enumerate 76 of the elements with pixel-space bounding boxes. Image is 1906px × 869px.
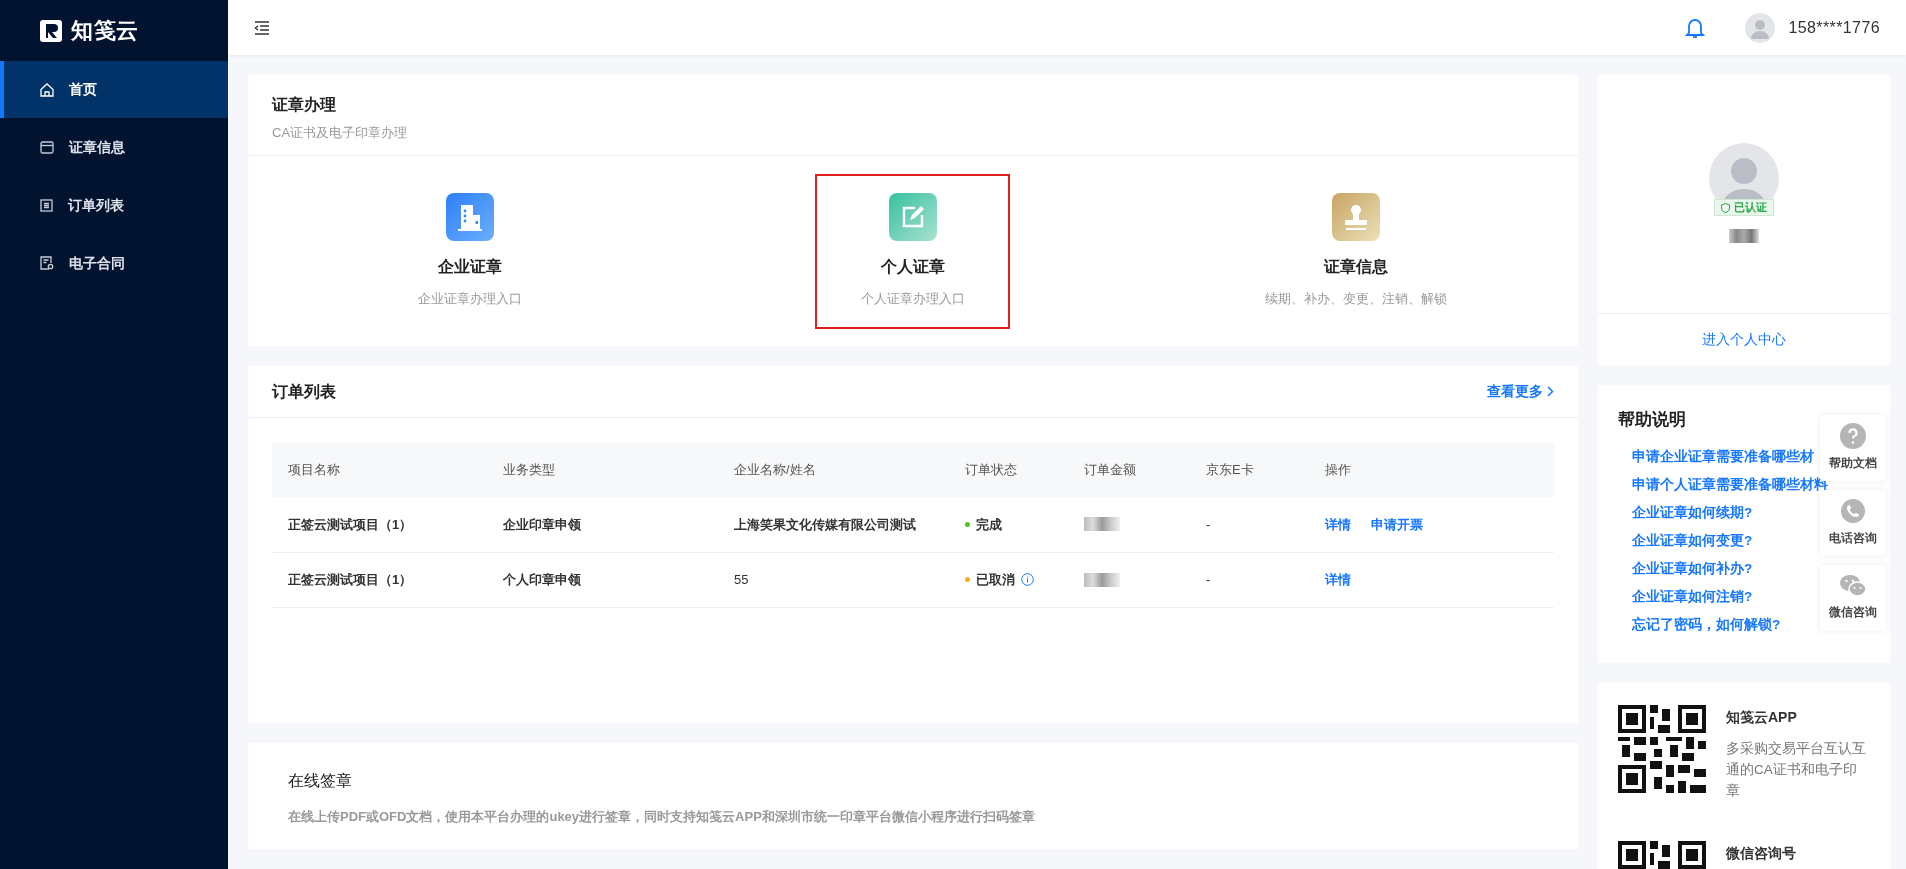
table-cell: 企业印章申领 — [503, 497, 734, 552]
entry-description: 个人证章办理入口 — [861, 290, 965, 309]
view-more-link[interactable]: 查看更多 — [1487, 381, 1554, 402]
status-text: 完成 — [976, 515, 1002, 534]
action-link[interactable]: 申请开票 — [1371, 514, 1423, 534]
entry-title: 企业证章 — [437, 257, 502, 278]
home-icon — [40, 82, 54, 97]
notification-bell-icon[interactable] — [1685, 16, 1706, 39]
column-header: 业务类型 — [503, 443, 734, 497]
sidebar-item[interactable]: 证章信息 — [0, 118, 228, 176]
table-cell: 上海笑果文化传媒有限公司测试 — [734, 497, 965, 552]
shield-icon — [1721, 202, 1730, 213]
personal-center-link[interactable]: 进入个人中心 — [1702, 329, 1786, 350]
help-link[interactable]: 忘记了密码，如何解锁? — [1632, 613, 1781, 635]
card-title: 订单列表 — [272, 381, 336, 402]
entry-title: 证章信息 — [1324, 257, 1389, 278]
sidebar-item[interactable]: 首页 — [0, 61, 228, 118]
entry-title: 个人证章 — [881, 257, 945, 278]
info-icon[interactable] — [1021, 573, 1034, 586]
blurred-amount — [1084, 517, 1120, 532]
building-icon — [445, 193, 494, 242]
phone-icon — [1840, 498, 1866, 525]
card-title: 证章办理 — [272, 95, 337, 115]
list-icon — [40, 198, 53, 212]
table-cell: 正签云测试项目（1） — [272, 552, 503, 607]
card-icon — [40, 140, 54, 154]
table-cell: - — [1206, 497, 1325, 552]
document-icon — [40, 256, 54, 270]
action-link[interactable]: 详情 — [1325, 569, 1351, 590]
help-link[interactable]: 企业证章如何续期? — [1632, 501, 1753, 523]
app-description: 多采购交易平台互认互通的CA证书和电子印章 — [1726, 740, 1866, 800]
entry-description: 企业证章办理入口 — [417, 290, 522, 309]
card-description: 在线上传PDF或OFD文档，使用本平台办理的ukey进行签章，同时支持知笺云APP和深圳市统一印章平台微信小程序进行扫码签章 — [288, 808, 1036, 826]
app-title: 微信咨询号 — [1726, 844, 1796, 863]
sidebar-item[interactable]: 订单列表 — [0, 176, 228, 234]
verified-badge: 已认证 — [1714, 199, 1774, 216]
table-cell: 55 — [734, 552, 965, 607]
column-header: 企业名称/姓名 — [734, 443, 965, 497]
logo-icon — [39, 18, 63, 43]
entry-description: 续期、补办、变更、注销、解锁 — [1265, 290, 1448, 309]
column-header: 京东E卡 — [1206, 443, 1325, 497]
qr-code-icon — [1618, 705, 1706, 793]
certificate-entry[interactable]: 证章信息 续期、补办、变更、注销、解锁 — [1258, 173, 1454, 329]
blurred-amount — [1084, 572, 1120, 587]
column-header: 订单金额 — [1084, 443, 1206, 497]
float-button[interactable]: 电话咨询 — [1820, 490, 1886, 556]
menu-collapse-icon[interactable] — [254, 20, 270, 35]
table-cell: 个人印章申领 — [503, 552, 734, 607]
float-button[interactable]: 帮助文档 — [1820, 415, 1886, 481]
logo-text: 知笺云 — [71, 17, 139, 45]
stamp-icon — [1332, 193, 1381, 242]
sidebar-item[interactable]: 电子合同 — [0, 234, 228, 292]
card-subtitle: CA证书及电子印章办理 — [272, 124, 409, 142]
column-header: 订单状态 — [965, 443, 1084, 497]
float-button[interactable]: 微信咨询 — [1820, 565, 1886, 631]
help-link[interactable]: 申请企业证章需要准备哪些材 — [1632, 445, 1814, 467]
table-cell: - — [1206, 552, 1325, 607]
blurred-user-name — [1729, 229, 1759, 243]
card-title: 帮助说明 — [1618, 409, 1687, 431]
help-link[interactable]: 企业证章如何变更? — [1632, 529, 1753, 551]
user-phone[interactable]: 158****1776 — [1788, 15, 1880, 40]
chevron-right-icon — [1547, 386, 1554, 397]
certificate-entry[interactable]: 企业证章 企业证章办理入口 — [372, 173, 568, 329]
column-header: 项目名称 — [272, 443, 503, 497]
app-title: 知笺云APP — [1726, 708, 1798, 727]
chat-bubbles-icon — [1839, 574, 1867, 599]
help-link[interactable]: 企业证章如何注销? — [1632, 585, 1753, 607]
edit-icon — [889, 193, 937, 242]
table-cell: 正签云测试项目（1） — [272, 497, 503, 552]
column-header: 操作 — [1325, 443, 1554, 497]
card-title: 在线签章 — [288, 771, 353, 791]
action-link[interactable]: 详情 — [1325, 514, 1351, 534]
question-icon — [1840, 423, 1866, 450]
certificate-entry[interactable]: 个人证章 个人证章办理入口 — [815, 173, 1011, 329]
help-link[interactable]: 企业证章如何补办? — [1632, 557, 1753, 579]
status-text: 已取消 — [976, 570, 1015, 589]
